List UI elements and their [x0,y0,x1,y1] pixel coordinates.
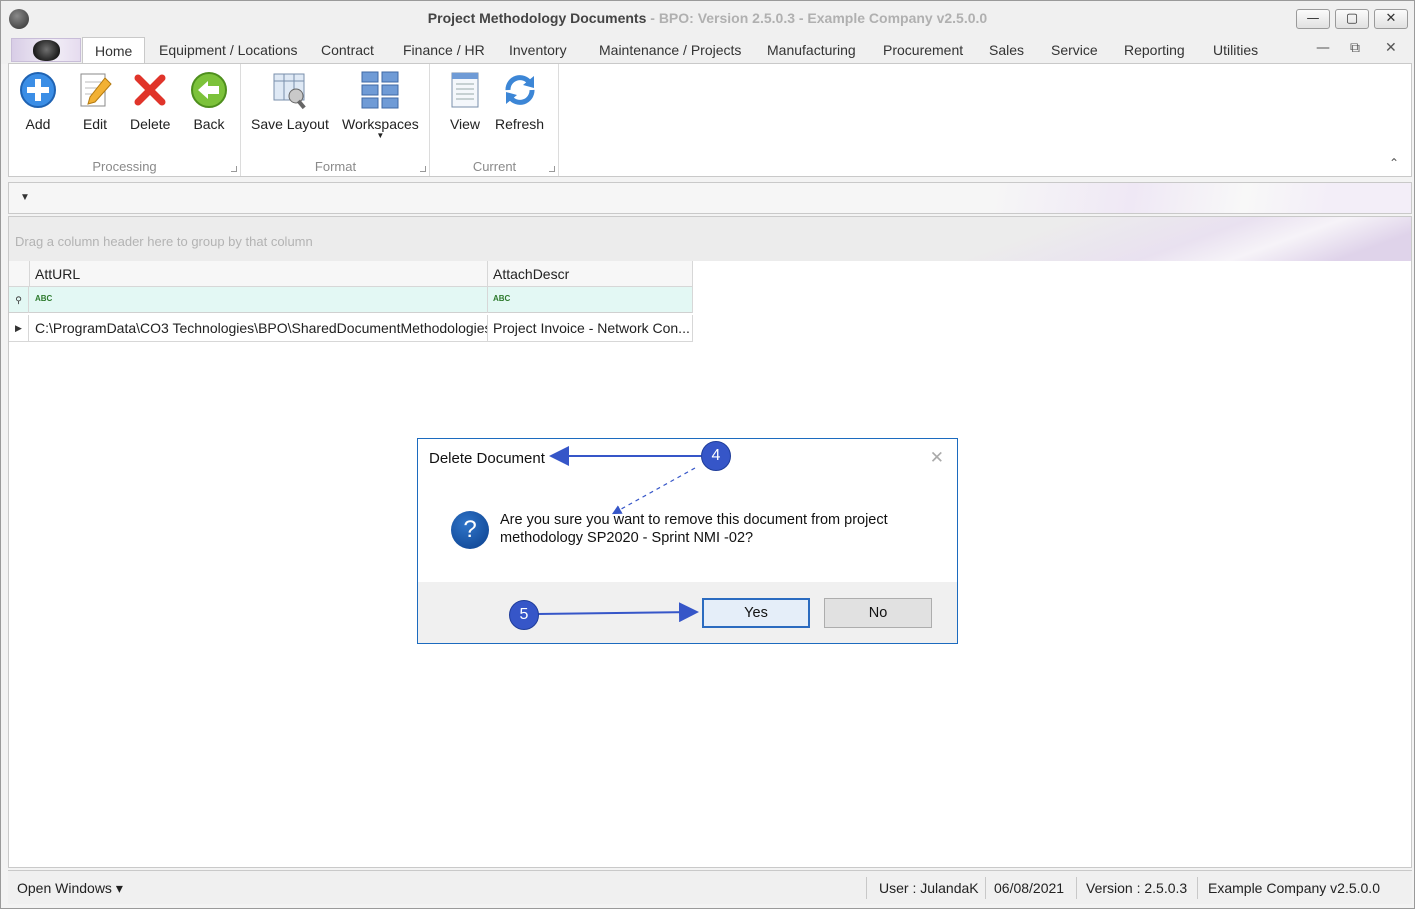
ribbon-group-format-label: Format [314,159,357,174]
yes-button[interactable]: Yes [702,598,810,628]
column-header-atturl[interactable]: AttURL [30,261,488,287]
window-title: Project Methodology Documents - BPO: Ver… [1,10,1414,26]
tab-service[interactable]: Service [1051,42,1098,58]
back-arrow-icon [191,72,227,108]
tab-reporting[interactable]: Reporting [1124,42,1185,58]
format-group-launcher[interactable] [420,166,426,172]
open-windows-button[interactable]: Open Windows ▾ [17,880,123,897]
workspaces-dropdown-icon: ▼ [376,131,385,140]
view-button[interactable]: View [445,70,485,132]
tab-procurement[interactable]: Procurement [883,42,963,58]
cell-atturl[interactable]: C:\ProgramData\CO3 Technologies\BPO\Shar… [30,315,488,341]
no-button[interactable]: No [824,598,932,628]
ribbon-group-processing-label: Processing [92,159,157,174]
tab-contract[interactable]: Contract [321,42,374,58]
text-filter-icon: ABC [493,294,511,303]
filter-cell-attachdescr[interactable]: ABC [488,287,693,313]
status-divider [1197,877,1198,899]
status-divider [866,877,867,899]
tab-sales[interactable]: Sales [989,42,1024,58]
status-divider [1076,877,1077,899]
dialog-close-icon[interactable]: ✕ [930,448,944,468]
text-filter-icon: ABC [35,294,53,303]
mdi-restore-button[interactable]: ⧉ [1350,40,1360,56]
edit-button[interactable]: Edit [75,70,115,132]
mdi-minimize-button[interactable]: — [1316,40,1330,56]
application-menu-button[interactable] [11,38,81,62]
ribbon-group-processing: Add Edit Delete Back Processing [9,64,241,176]
row-indicator-header [9,261,30,287]
save-layout-icon [273,73,306,110]
filter-cell-atturl[interactable]: ABC [30,287,488,313]
maximize-window-button[interactable]: ▢ [1335,9,1369,29]
ribbon-group-current-label: Current [472,159,517,174]
group-by-hint: Drag a column header here to group by th… [15,234,313,249]
edit-button-label: Edit [82,116,108,132]
dialog-footer: Yes No [418,582,957,643]
save-layout-button[interactable]: Save Layout [251,70,329,132]
refresh-button[interactable]: Refresh [495,70,544,132]
callout-step-4: 4 [701,441,731,471]
current-group-launcher[interactable] [549,166,555,172]
refresh-button-label: Refresh [495,116,545,132]
workspaces-button-label: Workspaces [342,116,419,132]
tab-manufacturing[interactable]: Manufacturing [767,42,856,58]
tab-finance-hr[interactable]: Finance / HR [403,42,485,58]
view-button-label: View [449,116,481,132]
back-button[interactable]: Back [189,70,229,132]
workspaces-button[interactable]: Workspaces ▼ [342,70,419,140]
window-title-sub: - BPO: Version 2.5.0.3 - Example Company… [646,10,988,26]
dialog-title: Delete Document [429,450,545,467]
back-button-label: Back [193,116,225,132]
status-version: Version : 2.5.0.3 [1086,880,1188,896]
add-icon [20,72,56,108]
status-company: Example Company v2.5.0.0 [1208,880,1380,896]
delete-icon [134,74,166,106]
callout-step-5: 5 [509,600,539,630]
row-expand-icon[interactable]: ▶ [9,315,29,341]
window-title-main: Project Methodology Documents [427,10,647,26]
tab-home[interactable]: Home [82,37,146,65]
quick-toolbar: ▼ [8,182,1412,214]
edit-icon [80,73,112,107]
status-bar: Open Windows ▾ User : JulandaK 06/08/202… [8,870,1412,904]
status-user: User : JulandaK [879,880,979,896]
tab-maintenance-projects[interactable]: Maintenance / Projects [599,42,741,58]
refresh-icon [505,75,535,105]
tab-equipment-locations[interactable]: Equipment / Locations [159,42,298,58]
delete-button[interactable]: Delete [130,70,170,132]
processing-group-launcher[interactable] [231,166,237,172]
cell-attachdescr[interactable]: Project Invoice - Network Con... [488,315,693,341]
add-button[interactable]: Add [18,70,58,132]
group-by-panel[interactable]: Drag a column header here to group by th… [9,217,1411,261]
ribbon-group-current: View Refresh Current [431,64,559,176]
tab-utilities[interactable]: Utilities [1213,42,1258,58]
title-bar: Project Methodology Documents - BPO: Ver… [1,1,1414,37]
auto-filter-row: ⚲ ABC ABC [9,287,693,313]
add-button-label: Add [25,116,51,132]
ribbon-group-format: Save Layout Workspaces ▼ Format [242,64,430,176]
quick-toolbar-dropdown-icon[interactable]: ▼ [20,192,30,203]
close-window-button[interactable]: ✕ [1374,9,1408,29]
bpo-logo-icon [33,40,60,61]
tab-inventory[interactable]: Inventory [509,42,567,58]
minimize-window-button[interactable]: — [1296,9,1330,29]
table-row[interactable]: ▶ C:\ProgramData\CO3 Technologies\BPO\Sh… [9,315,693,342]
collapse-ribbon-icon[interactable]: ⌃ [1389,156,1399,170]
view-document-icon [451,72,479,108]
dialog-message: Are you sure you want to remove this doc… [500,512,888,546]
column-header-attachdescr[interactable]: AttachDescr [488,261,693,287]
delete-document-dialog: Delete Document ✕ ? Are you sure you wan… [417,438,958,644]
mdi-close-button[interactable]: ✕ [1385,40,1397,56]
save-layout-button-label: Save Layout [251,116,329,132]
status-divider [985,877,986,899]
status-date: 06/08/2021 [994,880,1065,896]
ribbon-panel: Add Edit Delete Back Processing Save Lay… [8,63,1412,177]
delete-button-label: Delete [130,116,171,132]
filter-pin-icon: ⚲ [9,287,29,313]
workspaces-icon [361,71,399,109]
ribbon-tab-row: Home Equipment / Locations Contract Fina… [1,37,1414,65]
question-icon: ? [451,511,489,549]
